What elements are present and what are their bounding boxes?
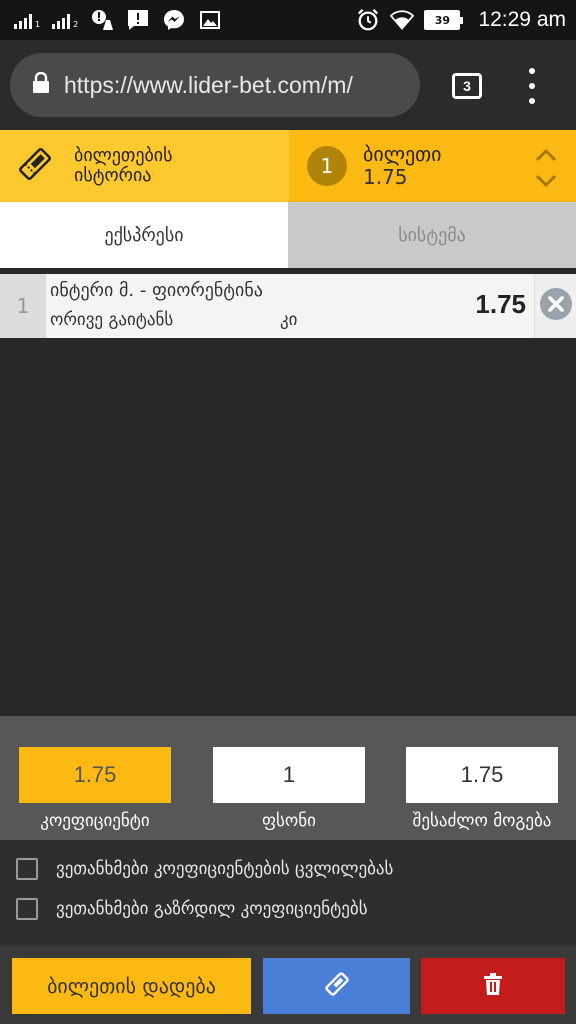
alarm-icon xyxy=(356,8,380,32)
possible-win-group: 1.75 შესაძლო მოგება xyxy=(406,747,558,831)
messenger-icon xyxy=(162,8,186,32)
selection-count-badge: 1 xyxy=(307,146,347,186)
trash-icon xyxy=(483,973,503,999)
bet-selection-row: 1 ინტერი მ. - ფიორენტინა ორივე გაიტანს კ… xyxy=(0,274,576,338)
betslip-title: ბილეთი xyxy=(363,142,442,166)
ticket-icon xyxy=(324,971,350,1001)
close-icon xyxy=(539,287,573,325)
selection-pick: კი xyxy=(280,310,298,330)
coefficient-label: კოეფიციენტი xyxy=(40,811,150,831)
betslip-actions: ბილეთის დადება xyxy=(0,946,576,1024)
tabs-icon[interactable]: 3 xyxy=(452,73,482,99)
bet-summary: 1.75 კოეფიციენტი 1 ფსონი 1.75 შესაძლო მო… xyxy=(0,716,576,840)
stake-group: 1 ფსონი xyxy=(213,747,365,831)
url-text: https://www.lider-bet.com/m/ xyxy=(64,71,353,98)
history-button[interactable]: ბილეთების ისტორია xyxy=(0,130,289,202)
stake-input[interactable]: 1 xyxy=(213,747,365,803)
clock: 12:29 am xyxy=(478,8,566,31)
accept-odds-change-label: ვეთანხმები კოეფიციენტების ცვლილებას xyxy=(56,859,394,879)
delete-ticket-button[interactable] xyxy=(421,958,565,1014)
betslip-total-odds: 1.75 xyxy=(363,165,408,189)
selection-number: 1 xyxy=(0,274,46,338)
save-ticket-button[interactable] xyxy=(263,958,410,1014)
message-alert-icon xyxy=(126,8,150,32)
accept-increased-odds-label: ვეთანხმები გაზრდილ კოეფიციენტებს xyxy=(56,899,368,919)
selection-odds: 1.75 xyxy=(475,289,526,319)
accept-increased-odds-checkbox[interactable] xyxy=(16,898,38,920)
address-bar[interactable]: https://www.lider-bet.com/m/ xyxy=(10,53,420,117)
accept-increased-odds-option[interactable]: ვეთანხმები გაზრდილ კოეფიციენტებს xyxy=(16,898,368,920)
ticket-icon xyxy=(16,145,54,187)
market-name: ორივე გაიტანს xyxy=(50,310,174,330)
wifi-icon xyxy=(390,8,415,32)
coefficient-value: 1.75 xyxy=(19,747,171,803)
accept-odds-change-option[interactable]: ვეთანხმები კოეფიციენტების ცვლილებას xyxy=(16,858,393,880)
browser-toolbar: https://www.lider-bet.com/m/ 3 xyxy=(0,40,576,130)
bet-type-tabs: ექსპრესი სისტემა xyxy=(0,202,576,268)
accept-odds-change-checkbox[interactable] xyxy=(16,858,38,880)
cleaner-icon xyxy=(90,8,114,32)
bet-options: ვეთანხმები კოეფიციენტების ცვლილებას ვეთა… xyxy=(0,840,576,946)
status-bar: 1 2 39 12:29 am xyxy=(0,0,576,40)
expand-collapse-icon[interactable] xyxy=(534,148,558,188)
betslip-header: ბილეთების ისტორია 1 ბილეთი 1.75 xyxy=(0,130,576,202)
overflow-menu-icon[interactable] xyxy=(520,68,544,104)
lock-icon xyxy=(32,71,50,98)
tab-express[interactable]: ექსპრესი xyxy=(0,202,288,268)
possible-win-value: 1.75 xyxy=(406,747,558,803)
place-bet-button[interactable]: ბილეთის დადება xyxy=(12,958,251,1014)
coefficient-group: 1.75 კოეფიციენტი xyxy=(19,747,171,831)
match-name: ინტერი მ. - ფიორენტინა xyxy=(50,280,263,301)
signal-sim1-icon: 1 xyxy=(14,11,40,29)
tab-system[interactable]: სისტემა xyxy=(288,202,576,268)
possible-win-label: შესაძლო მოგება xyxy=(412,811,552,831)
battery-icon: 39 xyxy=(424,10,464,30)
betslip-toggle[interactable]: 1 ბილეთი 1.75 xyxy=(289,130,576,202)
signal-sim2-icon: 2 xyxy=(52,11,78,29)
stake-label: ფსონი xyxy=(262,811,316,831)
history-label: ბილეთების ისტორია xyxy=(74,145,173,186)
gallery-icon xyxy=(198,8,222,32)
remove-selection-button[interactable] xyxy=(534,274,576,338)
